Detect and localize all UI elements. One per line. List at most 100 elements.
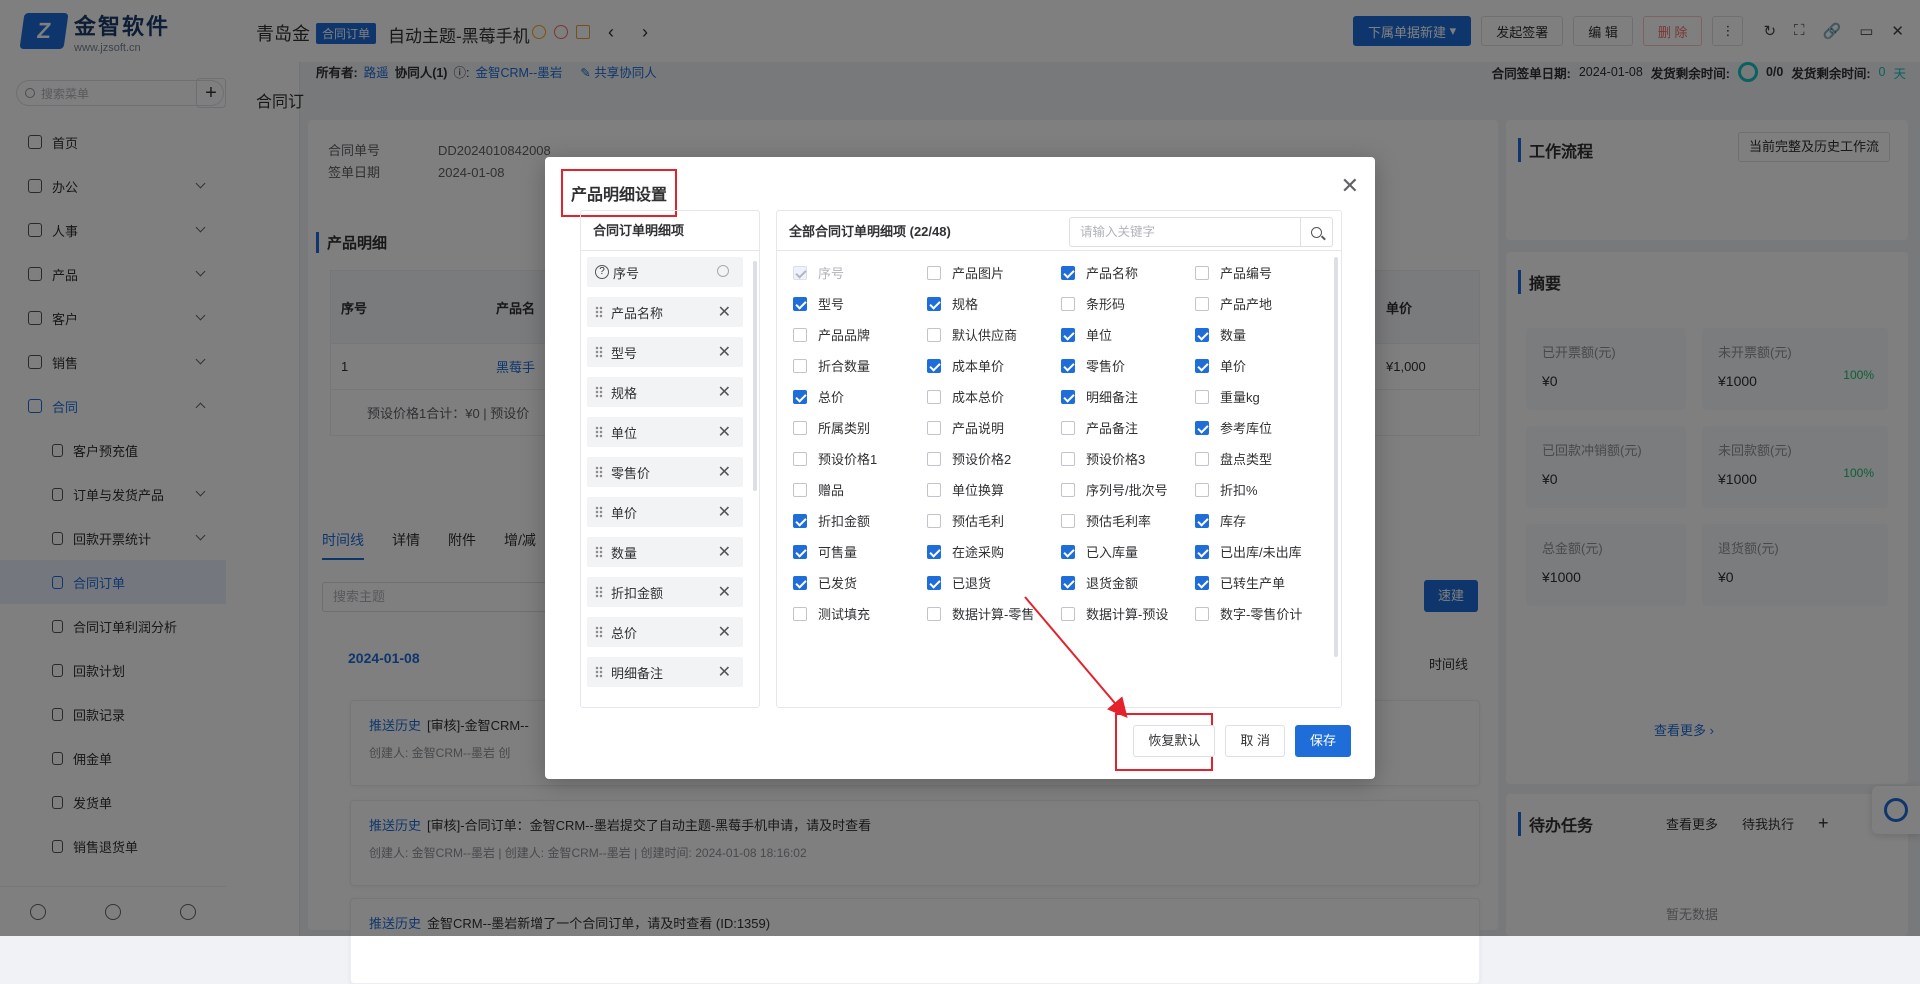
option-checkbox[interactable]: 产品说明 (927, 418, 1004, 437)
option-checkbox[interactable]: 产品品牌 (793, 325, 870, 344)
option-checkbox[interactable]: 总价 (793, 387, 844, 406)
option-checkbox[interactable]: 折扣% (1195, 480, 1258, 499)
option-checkbox[interactable]: 产品名称 (1061, 263, 1138, 282)
remove-icon[interactable]: ✕ (718, 502, 731, 522)
option-checkbox[interactable]: 已出库/未出库 (1195, 542, 1302, 561)
option-checkbox[interactable]: 所属类别 (793, 418, 870, 437)
remove-icon[interactable]: ✕ (718, 622, 731, 642)
search-button[interactable] (1301, 217, 1333, 247)
option-checkbox[interactable]: 数量 (1195, 325, 1246, 344)
remove-icon[interactable]: ✕ (718, 542, 731, 562)
checked-icon (927, 296, 941, 311)
option-checkbox[interactable]: 已入库量 (1061, 542, 1138, 561)
checked-icon (793, 389, 807, 404)
selected-item[interactable]: 明细备注 ✕ (587, 657, 743, 687)
drag-handle-icon[interactable] (595, 586, 603, 598)
option-checkbox[interactable]: 成本总价 (927, 387, 1004, 406)
restore-default-button[interactable]: 恢复默认 (1133, 725, 1216, 757)
option-checkbox[interactable]: 重量kg (1195, 387, 1260, 406)
selected-item[interactable]: 总价 ✕ (587, 617, 743, 647)
drag-handle-icon[interactable] (595, 386, 603, 398)
save-button[interactable]: 保存 (1294, 725, 1351, 757)
option-checkbox[interactable]: 库存 (1195, 511, 1246, 530)
option-checkbox[interactable]: 可售量 (793, 542, 857, 561)
remove-icon[interactable]: ✕ (718, 582, 731, 602)
drag-handle-icon[interactable] (595, 666, 603, 678)
option-checkbox[interactable]: 单位 (1061, 325, 1112, 344)
option-checkbox[interactable]: 预估毛利 (927, 511, 1004, 530)
unchecked-icon (927, 606, 941, 621)
close-icon[interactable]: ✕ (1341, 175, 1359, 197)
help-icon (717, 265, 729, 277)
option-checkbox[interactable]: 赠品 (793, 480, 844, 499)
selected-item[interactable]: 产品名称 ✕ (587, 297, 743, 327)
option-checkbox[interactable]: 产品编号 (1195, 263, 1272, 282)
option-checkbox[interactable]: 序列号/批次号 (1061, 480, 1168, 499)
scrollbar[interactable] (753, 261, 757, 491)
option-checkbox[interactable]: 产品图片 (927, 263, 1004, 282)
unchecked-icon (793, 451, 807, 466)
option-checkbox[interactable]: 成本单价 (927, 356, 1004, 375)
unchecked-icon (1195, 296, 1209, 311)
cancel-button[interactable]: 取 消 (1225, 725, 1285, 757)
keyword-search-input[interactable]: 请输入关键字 (1069, 217, 1301, 247)
option-checkbox[interactable]: 测试填充 (793, 604, 870, 623)
option-checkbox[interactable]: 预设价格2 (927, 449, 1011, 468)
selected-item[interactable]: 数量 ✕ (587, 537, 743, 567)
option-checkbox[interactable]: 单位换算 (927, 480, 1004, 499)
option-checkbox[interactable]: 产品产地 (1195, 294, 1272, 313)
option-checkbox[interactable]: 已退货 (927, 573, 991, 592)
selected-item[interactable]: 规格 ✕ (587, 377, 743, 407)
option-checkbox[interactable]: 产品备注 (1061, 418, 1138, 437)
remove-icon[interactable]: ✕ (718, 662, 731, 682)
option-checkbox[interactable]: 单价 (1195, 356, 1246, 375)
option-checkbox[interactable]: 已发货 (793, 573, 857, 592)
option-checkbox[interactable]: 参考库位 (1195, 418, 1272, 437)
option-checkbox[interactable]: 折合数量 (793, 356, 870, 375)
selected-item[interactable]: 折扣金额 ✕ (587, 577, 743, 607)
remove-icon[interactable]: ✕ (718, 382, 731, 402)
selected-item[interactable]: ? 序号 (587, 257, 743, 287)
selected-item[interactable]: 型号 ✕ (587, 337, 743, 367)
remove-icon[interactable]: ✕ (718, 462, 731, 482)
option-checkbox[interactable]: 盘点类型 (1195, 449, 1272, 468)
drag-handle-icon[interactable] (595, 506, 603, 518)
option-checkbox[interactable]: 型号 (793, 294, 844, 313)
checked-icon (927, 358, 941, 373)
drag-handle-icon[interactable] (595, 306, 603, 318)
checked-icon (1061, 575, 1075, 590)
selected-item[interactable]: 零售价 ✕ (587, 457, 743, 487)
drag-handle-icon[interactable] (595, 426, 603, 438)
option-checkbox[interactable]: 预设价格1 (793, 449, 877, 468)
selected-item[interactable]: 单价 ✕ (587, 497, 743, 527)
remove-icon[interactable]: ✕ (718, 422, 731, 442)
checked-icon (1195, 420, 1209, 435)
option-checkbox[interactable]: 数据计算-零售 (927, 604, 1034, 623)
option-checkbox[interactable]: 退货金额 (1061, 573, 1138, 592)
remove-icon[interactable]: ✕ (718, 302, 731, 322)
scrollbar[interactable] (1334, 257, 1338, 657)
option-checkbox[interactable]: 规格 (927, 294, 978, 313)
drag-handle-icon[interactable] (595, 546, 603, 558)
unchecked-icon (927, 420, 941, 435)
option-checkbox[interactable]: 条形码 (1061, 294, 1125, 313)
selected-item[interactable]: 单位 ✕ (587, 417, 743, 447)
option-checkbox[interactable]: 折扣金额 (793, 511, 870, 530)
drag-handle-icon[interactable] (595, 626, 603, 638)
remove-icon[interactable]: ✕ (718, 342, 731, 362)
option-checkbox[interactable]: 数据计算-预设 (1061, 604, 1168, 623)
checked-icon (1195, 327, 1209, 342)
unchecked-icon (793, 482, 807, 497)
option-checkbox[interactable]: 预估毛利率 (1061, 511, 1151, 530)
option-checkbox[interactable]: 明细备注 (1061, 387, 1138, 406)
option-checkbox[interactable]: 数字-零售价计 (1195, 604, 1302, 623)
option-checkbox[interactable]: 默认供应商 (927, 325, 1017, 344)
drag-handle-icon[interactable] (595, 466, 603, 478)
option-checkbox[interactable]: 在途采购 (927, 542, 1004, 561)
search-icon (1311, 226, 1322, 238)
drag-handle-icon[interactable] (595, 346, 603, 358)
checked-icon (1195, 358, 1209, 373)
option-checkbox[interactable]: 已转生产单 (1195, 573, 1285, 592)
option-checkbox[interactable]: 预设价格3 (1061, 449, 1145, 468)
option-checkbox[interactable]: 零售价 (1061, 356, 1125, 375)
